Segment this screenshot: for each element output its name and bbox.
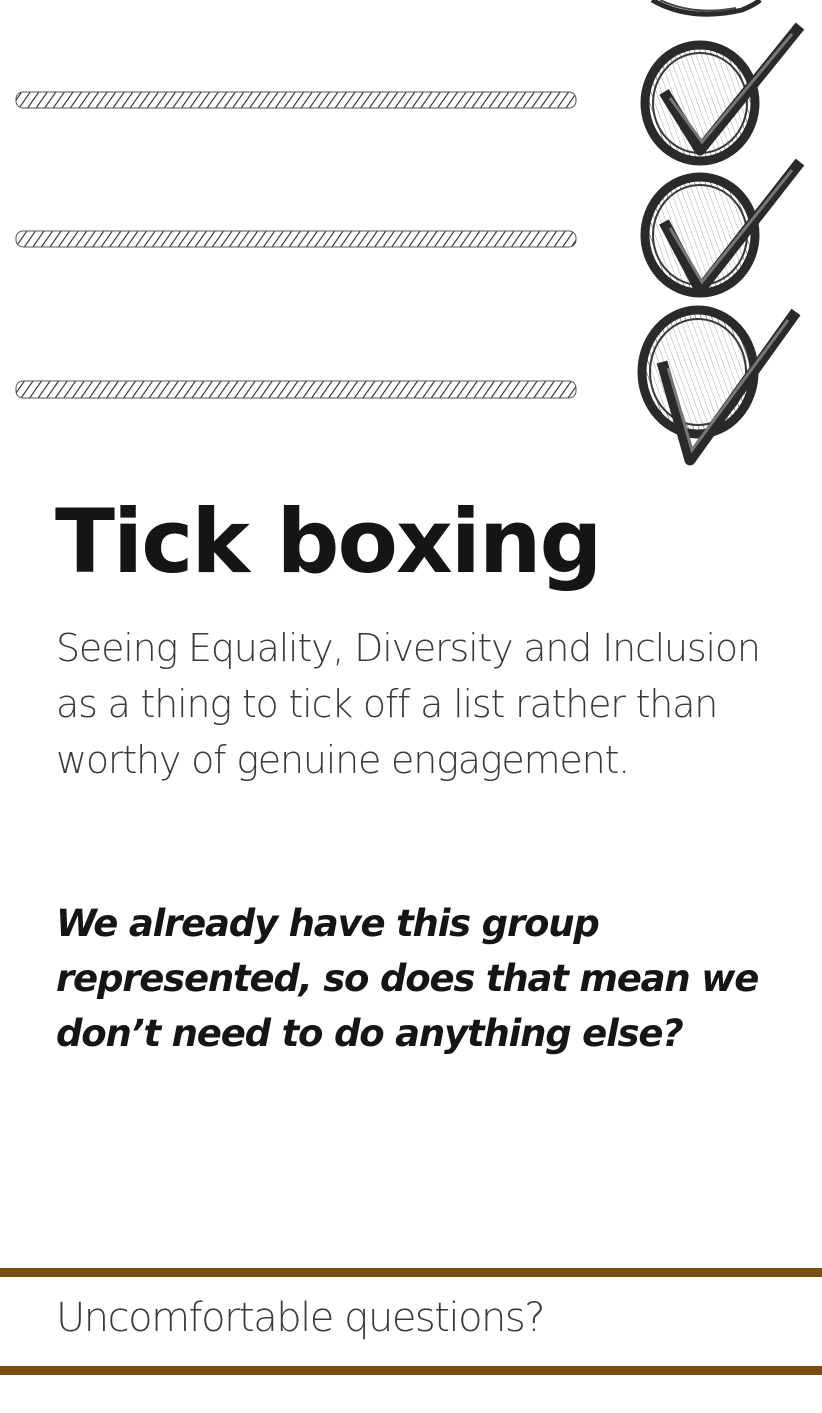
list-line-2-icon (15, 230, 577, 248)
card-description: Seeing Equality, Diversity and Inclusion… (56, 626, 761, 782)
card-question: We already have this group represented, … (56, 902, 759, 1055)
footer-top-rule (0, 1268, 822, 1277)
footer-bottom-rule (0, 1366, 822, 1375)
checked-circle-3-icon (637, 305, 801, 466)
checklist-sketch-icon (15, 0, 805, 466)
checklist-illustration (0, 0, 822, 470)
list-line-1-icon (15, 91, 577, 109)
footer-label: Uncomfortable questions? (56, 1295, 545, 1341)
list-line-3-icon (15, 380, 577, 399)
checked-circle-1-icon (640, 22, 805, 166)
checked-circle-partial-icon (650, 0, 762, 17)
checked-circle-2-icon (640, 158, 805, 298)
card-title: Tick boxing (55, 490, 603, 593)
